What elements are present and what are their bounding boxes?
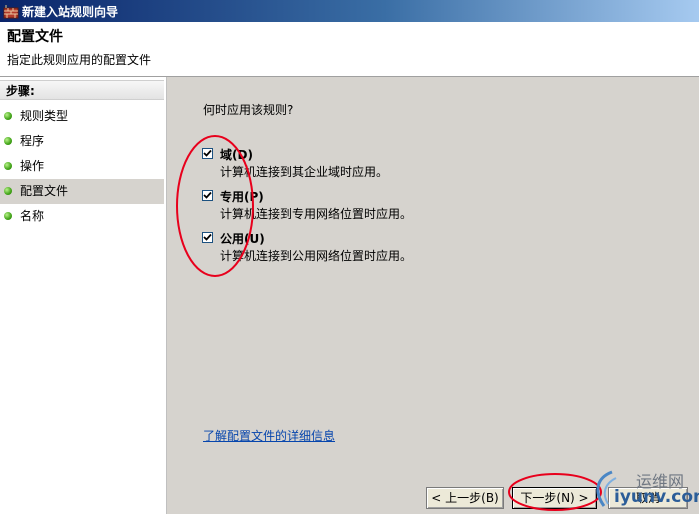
step-item-program[interactable]: 程序 [0,129,164,154]
step-label: 名称 [20,209,45,223]
green-bullet-icon [4,212,12,220]
step-item-rule-type[interactable]: 规则类型 [0,104,164,129]
wizard-header: 配置文件 指定此规则应用的配置文件 [0,22,699,77]
step-label: 程序 [20,134,45,148]
steps-sidebar: 步骤: 规则类型 程序 操作 配置文件 名称 [0,77,167,514]
step-item-name[interactable]: 名称 [0,204,164,229]
public-checkbox[interactable] [202,232,213,243]
private-checkbox[interactable] [202,190,213,201]
public-label: 公用(U) [220,232,265,246]
question-text: 何时应用该规则? [203,103,294,117]
public-description: 计算机连接到公用网络位置时应用。 [220,249,413,263]
window-title: 新建入站规则向导 [22,5,119,19]
green-bullet-icon [4,112,12,120]
private-description: 计算机连接到专用网络位置时应用。 [220,207,413,221]
domain-checkbox[interactable] [202,148,213,159]
checkmark-icon [203,233,212,241]
steps-heading: 步骤: [0,80,164,100]
step-label: 配置文件 [20,184,69,198]
green-bullet-icon [4,137,12,145]
page-title: 配置文件 [7,29,63,45]
page-subtitle: 指定此规则应用的配置文件 [7,53,152,67]
step-label: 操作 [20,159,45,173]
step-item-profile[interactable]: 配置文件 [0,179,164,204]
green-bullet-icon [4,162,12,170]
checkmark-icon [203,191,212,199]
title-bar: 新建入站规则向导 [0,0,699,22]
learn-more-link[interactable]: 了解配置文件的详细信息 [203,427,335,444]
next-button[interactable]: 下一步(N) > [512,487,597,509]
main-panel: 何时应用该规则? 域(D) 计算机连接到其企业域时应用。 专用(P) 计算机连接… [167,77,699,514]
checkmark-icon [203,149,212,157]
back-button[interactable]: < 上一步(B) [426,487,504,509]
step-item-action[interactable]: 操作 [0,154,164,179]
step-label: 规则类型 [20,109,69,123]
domain-label: 域(D) [220,148,253,162]
green-bullet-icon [4,187,12,195]
watermark-bottom-text: iyunv.com [614,487,699,507]
domain-description: 计算机连接到其企业域时应用。 [220,165,389,179]
firewall-icon [3,5,19,19]
private-label: 专用(P) [220,190,264,204]
site-watermark: 运维网 iyunv.com [592,464,699,514]
steps-list: 规则类型 程序 操作 配置文件 名称 [0,104,164,229]
